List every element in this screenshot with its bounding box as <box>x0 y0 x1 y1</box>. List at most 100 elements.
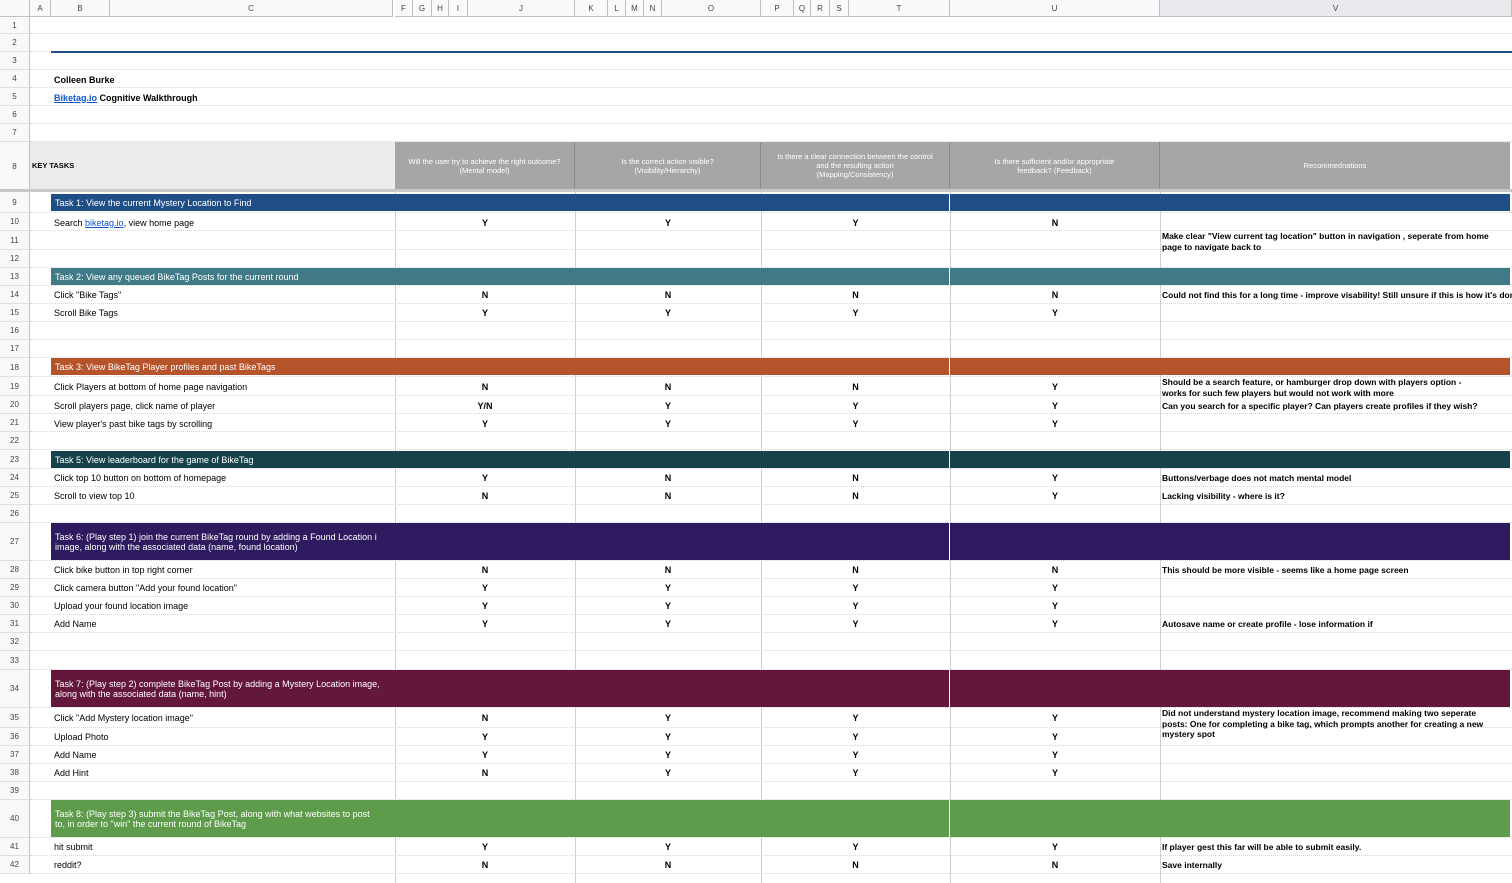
answer-feedback[interactable]: N <box>950 214 1160 231</box>
column-header-u[interactable]: U <box>950 0 1160 17</box>
row-header-29[interactable]: 29 <box>0 579 30 597</box>
step-row-19[interactable]: Click Players at bottom of home page nav… <box>54 378 247 395</box>
row-header-24[interactable]: 24 <box>0 469 30 487</box>
answer-visibility[interactable]: Y <box>575 415 761 432</box>
row-header-2[interactable]: 2 <box>0 34 30 52</box>
column-header-f[interactable]: F <box>395 0 413 17</box>
answer-feedback[interactable]: Y <box>950 397 1160 414</box>
column-header-p[interactable]: P <box>761 0 794 17</box>
row-header-21[interactable]: 21 <box>0 414 30 432</box>
answer-mapping[interactable]: Y <box>761 397 950 414</box>
row-header-1[interactable]: 1 <box>0 17 30 34</box>
answer-feedback[interactable]: N <box>950 286 1160 303</box>
step-row-36[interactable]: Upload Photo <box>54 728 109 745</box>
column-header-c[interactable]: C <box>110 0 393 17</box>
row-header-34[interactable]: 34 <box>0 670 30 708</box>
row-header-12[interactable]: 12 <box>0 250 30 268</box>
answer-visibility[interactable]: N <box>575 378 761 395</box>
row-header-23[interactable]: 23 <box>0 450 30 469</box>
answer-mental[interactable]: N <box>395 764 575 781</box>
answer-visibility[interactable]: Y <box>575 397 761 414</box>
answer-mental[interactable]: Y <box>395 579 575 596</box>
select-all-corner[interactable] <box>0 0 30 17</box>
column-header-h[interactable]: H <box>432 0 449 17</box>
answer-mental[interactable]: Y <box>395 214 575 231</box>
answer-feedback[interactable]: Y <box>950 378 1160 395</box>
answer-feedback[interactable]: N <box>950 856 1160 873</box>
step-row-21[interactable]: View player's past bike tags by scrollin… <box>54 415 212 432</box>
project-link[interactable]: Biketag.io <box>54 93 97 103</box>
answer-visibility[interactable]: Y <box>575 838 761 855</box>
answer-feedback[interactable]: Y <box>950 415 1160 432</box>
recommendation-cell[interactable]: Buttons/verbage does not match mental mo… <box>1162 473 1502 484</box>
answer-visibility[interactable]: Y <box>575 615 761 632</box>
step-row-29[interactable]: Click camera button "Add your found loca… <box>54 579 237 596</box>
column-header-s[interactable]: S <box>830 0 849 17</box>
answer-feedback[interactable]: Y <box>950 469 1160 486</box>
recommendation-cell[interactable]: Can you search for a specific player? Ca… <box>1162 401 1510 412</box>
answer-visibility[interactable]: N <box>575 286 761 303</box>
task-2-band[interactable]: Task 2: View any queued BikeTag Posts fo… <box>51 268 395 285</box>
row-header-33[interactable]: 33 <box>0 651 30 670</box>
task-6-band[interactable]: Task 6: (Play step 1) join the current B… <box>51 523 395 560</box>
answer-feedback[interactable]: Y <box>950 579 1160 596</box>
column-header-i[interactable]: I <box>449 0 468 17</box>
answer-mapping[interactable]: Y <box>761 746 950 763</box>
row-header-4[interactable]: 4 <box>0 70 30 88</box>
answer-mapping[interactable]: Y <box>761 214 950 231</box>
column-header-v[interactable]: V <box>1160 0 1512 17</box>
step-row-30[interactable]: Upload your found location image <box>54 597 188 614</box>
step-row-14[interactable]: Click "Bike Tags" <box>54 286 121 303</box>
key-tasks-header[interactable]: KEY TASKS <box>30 142 395 189</box>
answer-mapping[interactable]: N <box>761 378 950 395</box>
step-row-42[interactable]: reddit? <box>54 856 82 873</box>
step-row-24[interactable]: Click top 10 button on bottom of homepag… <box>54 469 226 486</box>
step-row-10[interactable]: Search biketag.io, view home page <box>54 214 194 231</box>
recommendation-cell[interactable]: Make clear "View current tag location" b… <box>1162 231 1502 252</box>
recommendation-cell[interactable]: Lacking visibility - where is it? <box>1162 491 1502 502</box>
column-header-a[interactable]: A <box>30 0 51 17</box>
row-header-13[interactable]: 13 <box>0 268 30 286</box>
row-header-37[interactable]: 37 <box>0 746 30 764</box>
row-header-27[interactable]: 27 <box>0 523 30 561</box>
answer-feedback[interactable]: Y <box>950 304 1160 321</box>
row-header-39[interactable]: 39 <box>0 782 30 800</box>
answer-visibility[interactable]: N <box>575 487 761 504</box>
answer-visibility[interactable]: Y <box>575 764 761 781</box>
row-header-32[interactable]: 32 <box>0 633 30 651</box>
recommendation-cell[interactable]: Autosave name or create profile - lose i… <box>1162 619 1502 630</box>
row-header-3[interactable]: 3 <box>0 52 30 70</box>
answer-mapping[interactable]: Y <box>761 597 950 614</box>
row-header-22[interactable]: 22 <box>0 432 30 450</box>
answer-feedback[interactable]: Y <box>950 709 1160 726</box>
answer-mental[interactable]: Y <box>395 469 575 486</box>
column-header-o[interactable]: O <box>662 0 761 17</box>
answer-mapping[interactable]: Y <box>761 579 950 596</box>
answer-mental[interactable]: Y/N <box>395 397 575 414</box>
answer-mapping[interactable]: Y <box>761 838 950 855</box>
step-row-15[interactable]: Scroll Bike Tags <box>54 304 118 321</box>
answer-mental[interactable]: N <box>395 487 575 504</box>
column-header-k[interactable]: K <box>575 0 608 17</box>
header-mental-model[interactable]: Will the user try to achieve the right o… <box>395 142 575 189</box>
answer-mapping[interactable]: Y <box>761 764 950 781</box>
answer-feedback[interactable]: Y <box>950 838 1160 855</box>
row-header-28[interactable]: 28 <box>0 561 30 579</box>
row-header-16[interactable]: 16 <box>0 322 30 340</box>
row-header-9[interactable]: 9 <box>0 192 30 213</box>
row-header-11[interactable]: 11 <box>0 231 30 250</box>
answer-visibility[interactable]: Y <box>575 597 761 614</box>
answer-mapping[interactable]: Y <box>761 304 950 321</box>
row-header-10[interactable]: 10 <box>0 213 30 231</box>
task-5-band[interactable]: Task 5: View leaderboard for the game of… <box>51 451 395 468</box>
biketag-link[interactable]: biketag.io <box>85 218 124 228</box>
answer-mental[interactable]: Y <box>395 615 575 632</box>
recommendation-cell[interactable]: If player gest this far will be able to … <box>1162 842 1502 853</box>
row-header-6[interactable]: 6 <box>0 106 30 124</box>
answer-feedback[interactable]: Y <box>950 597 1160 614</box>
task-3-band[interactable]: Task 3: View BikeTag Player profiles and… <box>51 358 395 375</box>
answer-visibility[interactable]: Y <box>575 214 761 231</box>
row-header-25[interactable]: 25 <box>0 487 30 505</box>
answer-mental[interactable]: Y <box>395 728 575 745</box>
row-header-38[interactable]: 38 <box>0 764 30 782</box>
